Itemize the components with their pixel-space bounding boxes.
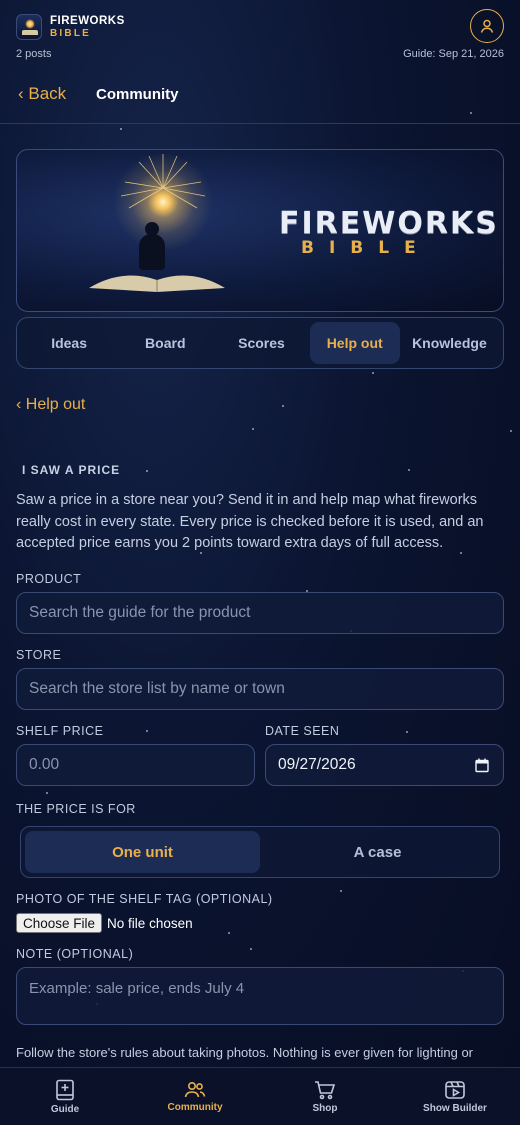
calendar-icon[interactable] [475,758,489,773]
hero-banner: FIREWORKS BIBLE [16,149,504,312]
nav-community-label: Community [167,1101,223,1113]
bottom-navigation: Guide Community Shop Show Builder [0,1067,520,1125]
nav-show-builder[interactable]: Show Builder [390,1068,520,1125]
book-plus-icon [56,1079,74,1100]
tab-help-out[interactable]: Help out [309,322,400,364]
tab-ideas[interactable]: Ideas [21,322,117,364]
brand-subname: BIBLE [50,28,91,39]
note-label: NOTE (OPTIONAL) [16,947,134,961]
photo-rules-text: Follow the store's rules about taking ph… [16,1045,474,1060]
price-for-label: THE PRICE IS FOR [16,802,136,816]
nav-show-builder-label: Show Builder [423,1102,487,1114]
brand-name: FIREWORKS [50,15,125,27]
photo-file-input: Choose File No file chosen [16,913,193,933]
store-search-input[interactable]: Search the store list by name or town [16,668,504,710]
price-for-toggle: One unit A case [20,826,500,878]
open-book-image [89,275,225,292]
community-tabs: Ideas Board Scores Help out Knowledge [16,317,504,369]
film-play-icon [445,1080,465,1099]
tab-scores[interactable]: Scores [213,322,309,364]
tab-board[interactable]: Board [117,322,213,364]
tab-knowledge[interactable]: Knowledge [400,322,499,364]
back-button[interactable]: ‹ Back [18,84,66,104]
nav-shop-label: Shop [312,1102,338,1114]
shelf-price-label: SHELF PRICE [16,724,104,738]
product-label: PRODUCT [16,572,82,586]
guide-date: Guide: Sep 21, 2026 [403,48,504,60]
product-search-input[interactable]: Search the guide for the product [16,592,504,634]
breadcrumb-back-link[interactable]: ‹ Help out [16,396,85,414]
note-textarea[interactable]: Example: sale price, ends July 4 [16,967,504,1025]
firework-rays [120,154,206,209]
choose-file-button[interactable]: Choose File [16,913,103,933]
profile-button[interactable] [470,9,504,43]
section-title: I SAW A PRICE [22,463,121,477]
store-label: STORE [16,648,62,662]
date-seen-value: 09/27/2026 [278,756,356,773]
date-seen-input[interactable]: 09/27/2026 [265,744,504,786]
banner-subtitle: BIBLE [301,238,431,258]
nav-guide-label: Guide [50,1103,80,1115]
date-seen-label: DATE SEEN [265,724,340,738]
shelf-price-input[interactable]: 0.00 [16,744,255,786]
app-logo [16,14,42,40]
nav-shop[interactable]: Shop [260,1068,390,1125]
cart-icon [315,1080,336,1099]
app-header: FIREWORKS BIBLE 2 posts Guide: Sep 21, 2… [0,0,520,66]
photo-label: PHOTO OF THE SHELF TAG (OPTIONAL) [16,892,273,906]
page-nav-bar: ‹ Back Community [0,66,520,124]
user-icon [480,19,494,33]
file-status: No file chosen [107,915,193,931]
nav-guide[interactable]: Guide [0,1068,130,1125]
intro-text: Saw a price in a store near you? Send it… [16,492,484,551]
posts-count: 2 posts [16,48,52,60]
banner-title: FIREWORKS [279,206,499,241]
option-a-case[interactable]: A case [260,831,495,873]
people-icon [184,1081,206,1097]
option-one-unit[interactable]: One unit [25,831,260,873]
page-title: Community [96,86,179,103]
nav-community[interactable]: Community [130,1068,260,1125]
